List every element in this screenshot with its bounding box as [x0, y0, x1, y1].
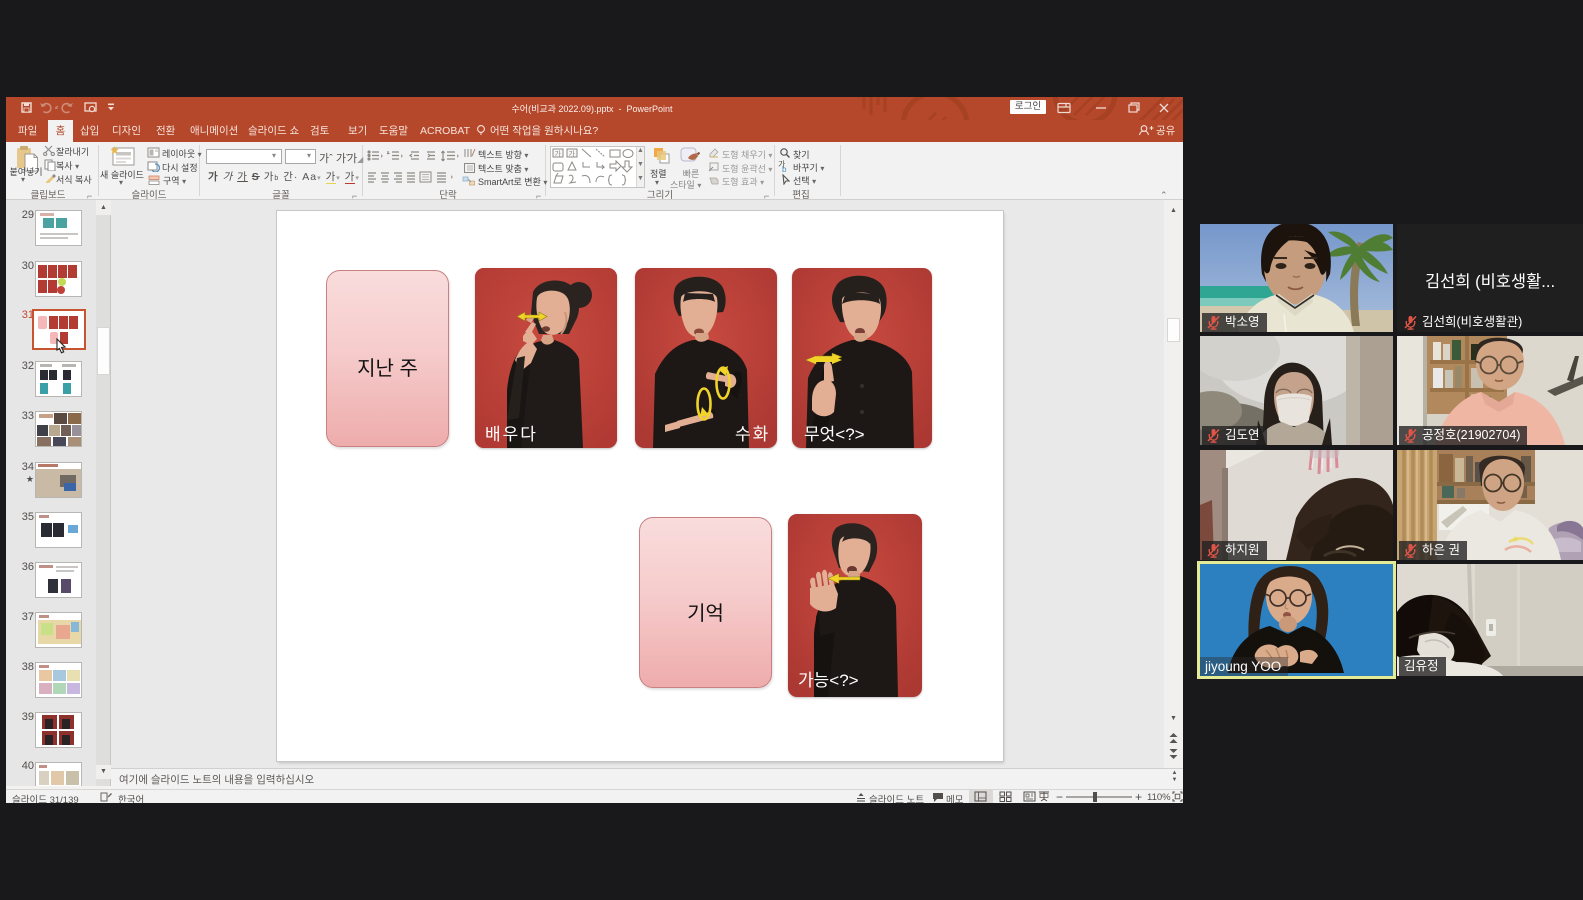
svg-text:수화: 수화 [735, 425, 770, 444]
svg-text:배우다: 배우다 [485, 425, 538, 444]
svg-text:가: 가 [555, 149, 562, 158]
svg-text:가: 가 [569, 149, 576, 158]
svg-text:가능<?>: 가능<?> [798, 671, 859, 690]
svg-text:무엇<?>: 무엇<?> [804, 425, 865, 444]
svg-text:b: b [782, 165, 787, 172]
